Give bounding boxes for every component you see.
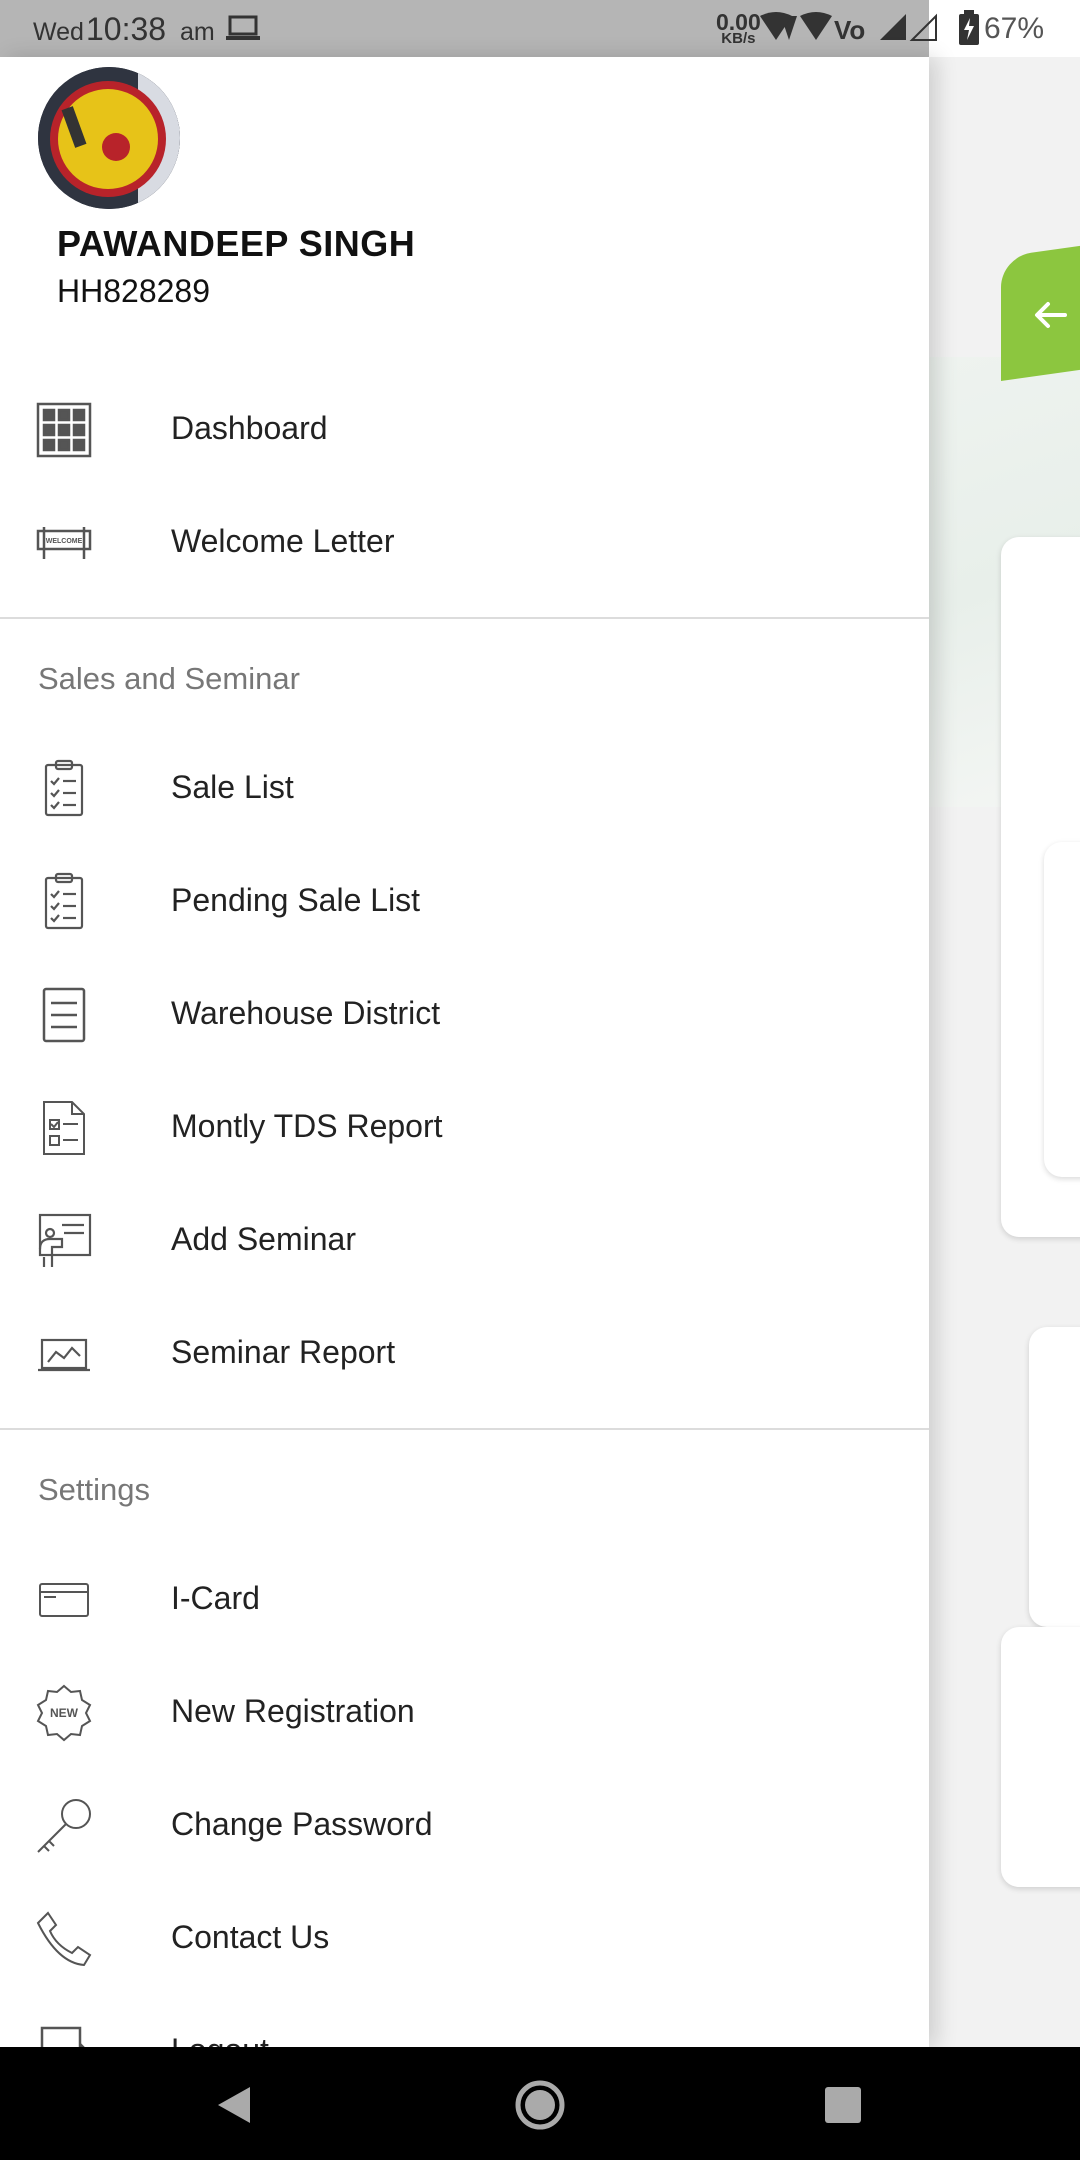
menu-item-label: Change Password bbox=[171, 1806, 433, 1842]
id-card-icon bbox=[34, 1570, 94, 1630]
clipboard-checklist-icon bbox=[34, 872, 94, 932]
menu-item-pending-sale-list[interactable]: Pending Sale List bbox=[0, 846, 929, 959]
menu-item-new-registration[interactable]: NEW New Registration bbox=[0, 1657, 929, 1770]
battery-percent: 67% bbox=[984, 12, 1045, 45]
menu-item-welcome-letter[interactable]: WELCOME Welcome Letter bbox=[0, 487, 929, 600]
key-icon bbox=[34, 1796, 94, 1856]
menu-item-label: Montly TDS Report bbox=[171, 1108, 443, 1144]
navigation-drawer: PAWANDEEP SINGH HH828289 Dashboard WELCO… bbox=[0, 57, 929, 2047]
avatar[interactable] bbox=[38, 67, 180, 209]
network-speed-unit: KB/s bbox=[721, 30, 756, 47]
menu-item-dashboard[interactable]: Dashboard bbox=[0, 374, 929, 487]
home-nav-icon[interactable] bbox=[510, 2075, 570, 2135]
grid-icon bbox=[34, 400, 94, 460]
background-app bbox=[929, 57, 1080, 2047]
section-title-settings: Settings bbox=[38, 1472, 151, 1507]
svg-text:NEW: NEW bbox=[50, 1706, 79, 1720]
signal-icons: . Vo bbox=[760, 10, 950, 53]
menu-item-label: Dashboard bbox=[171, 410, 328, 446]
phone-icon bbox=[34, 1909, 94, 1969]
clipboard-checklist-icon bbox=[34, 759, 94, 819]
user-id: HH828289 bbox=[57, 273, 210, 309]
battery-icon bbox=[958, 10, 980, 51]
back-arrow-icon bbox=[1033, 300, 1067, 335]
menu-item-label: Sale List bbox=[171, 769, 294, 805]
welcome-sign-icon: WELCOME bbox=[34, 513, 94, 573]
background-card bbox=[1029, 1327, 1080, 1627]
menu-item-label: Welcome Letter bbox=[171, 523, 395, 559]
menu-item-warehouse-district[interactable]: Warehouse District bbox=[0, 959, 929, 1072]
menu-item-label: Seminar Report bbox=[171, 1334, 396, 1370]
status-day: Wed bbox=[33, 18, 84, 46]
menu-item-label: Contact Us bbox=[171, 1919, 330, 1955]
menu-item-sale-list[interactable]: Sale List bbox=[0, 733, 929, 846]
menu-item-label: New Registration bbox=[171, 1693, 415, 1729]
user-name: PAWANDEEP SINGH bbox=[57, 223, 416, 264]
menu-item-monthly-tds-report[interactable]: Montly TDS Report bbox=[0, 1072, 929, 1185]
status-time: 10:38 bbox=[86, 11, 167, 47]
background-card bbox=[1001, 1627, 1080, 1887]
background-card bbox=[1044, 842, 1080, 1177]
svg-text:Vo: Vo bbox=[834, 15, 865, 45]
recents-nav-icon[interactable] bbox=[813, 2075, 873, 2135]
menu-item-seminar-report[interactable]: Seminar Report bbox=[0, 1298, 929, 1411]
report-document-icon bbox=[34, 1098, 94, 1158]
status-bar: Wed 10:38 am 0.00 KB/s . Vo 67% bbox=[0, 0, 1080, 57]
seminar-board-icon bbox=[34, 1211, 94, 1271]
menu-item-label: Add Seminar bbox=[171, 1221, 356, 1257]
menu-item-logout[interactable]: Logout bbox=[0, 1996, 929, 2047]
logout-icon bbox=[34, 2022, 94, 2047]
menu-item-i-card[interactable]: I-Card bbox=[0, 1544, 929, 1657]
laptop-icon bbox=[226, 14, 260, 47]
menu-item-label: I-Card bbox=[171, 1580, 260, 1616]
menu-item-label: Pending Sale List bbox=[171, 882, 421, 918]
chart-monitor-icon bbox=[34, 1324, 94, 1384]
section-title-sales: Sales and Seminar bbox=[38, 661, 300, 696]
menu-item-contact-us[interactable]: Contact Us bbox=[0, 1883, 929, 1996]
network-speed: 0.00 KB/s bbox=[716, 11, 761, 47]
divider bbox=[0, 617, 929, 619]
menu-item-change-password[interactable]: Change Password bbox=[0, 1770, 929, 1883]
svg-text:.: . bbox=[782, 10, 786, 12]
back-nav-icon[interactable] bbox=[204, 2075, 264, 2135]
svg-text:WELCOME: WELCOME bbox=[46, 538, 83, 545]
status-ampm: am bbox=[180, 18, 215, 46]
menu-item-label: Logout bbox=[171, 2032, 269, 2047]
menu-item-add-seminar[interactable]: Add Seminar bbox=[0, 1185, 929, 1298]
system-navigation-bar bbox=[0, 2047, 1080, 2160]
document-list-icon bbox=[34, 985, 94, 1045]
menu-item-label: Warehouse District bbox=[171, 995, 441, 1031]
new-badge-icon: NEW bbox=[34, 1683, 94, 1743]
divider bbox=[0, 1428, 929, 1430]
